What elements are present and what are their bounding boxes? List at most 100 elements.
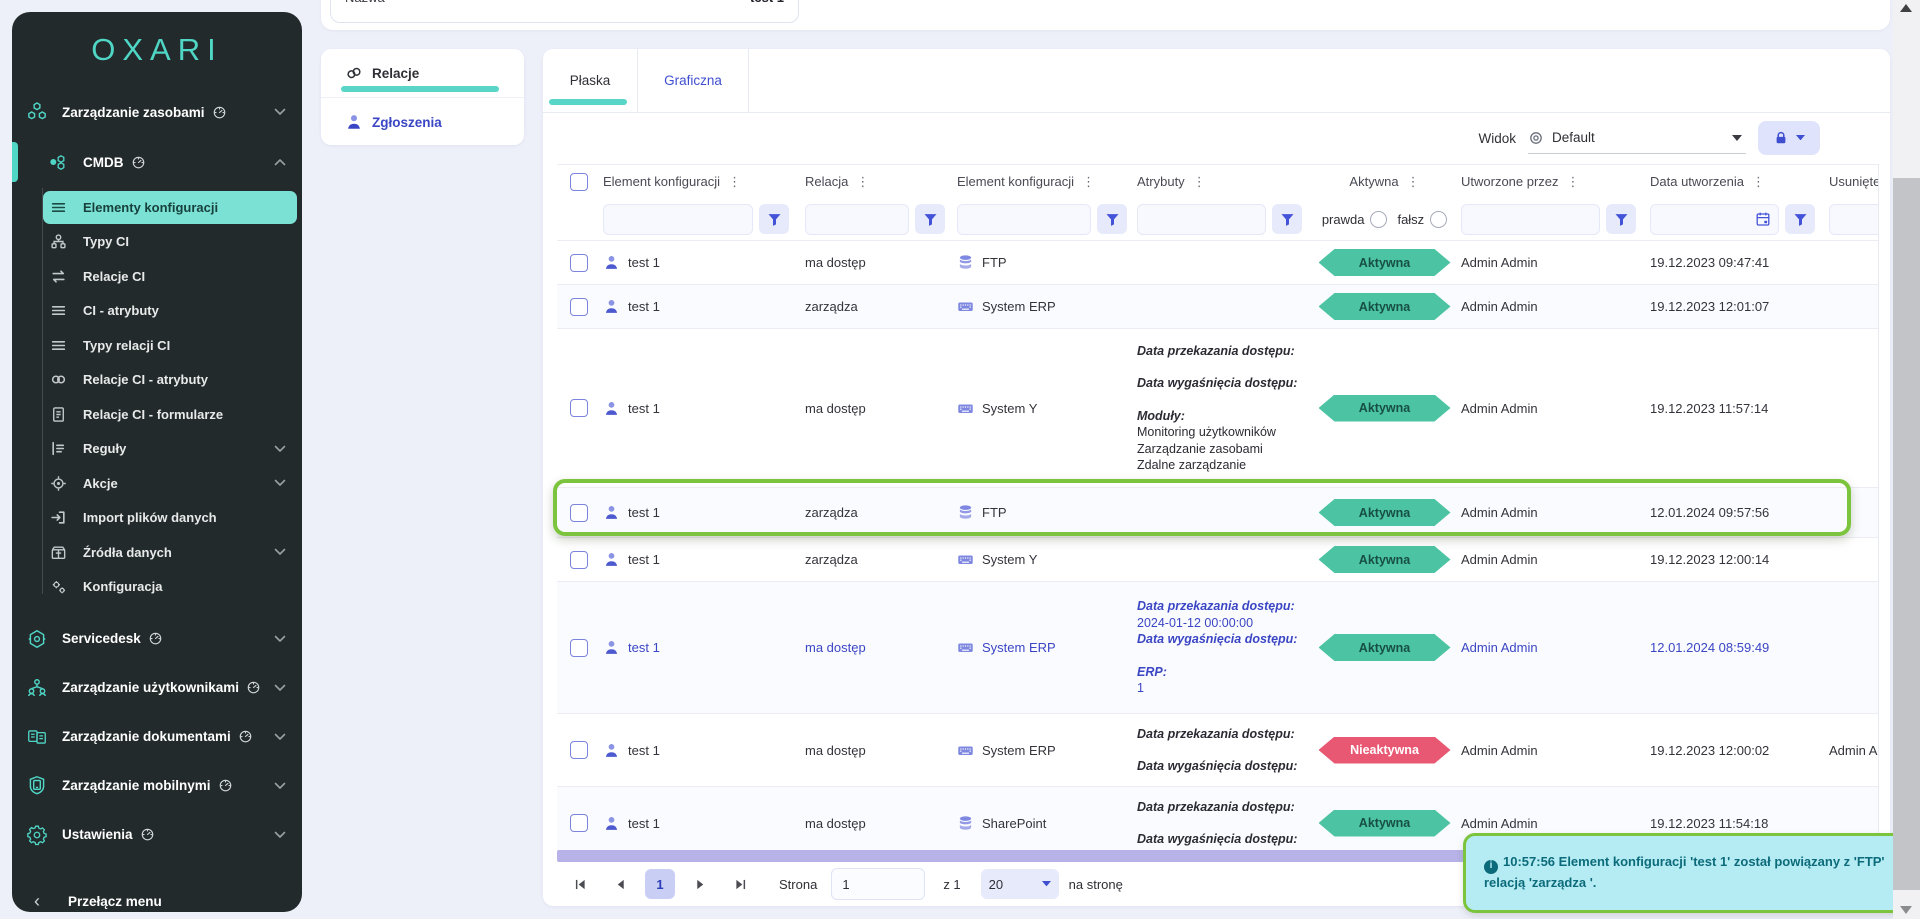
lock-view-button[interactable] <box>1758 121 1820 155</box>
first-page-button[interactable] <box>565 869 595 899</box>
row-checkbox[interactable] <box>570 254 588 272</box>
chevron-down-icon[interactable] <box>274 733 286 741</box>
column-menu-icon[interactable]: ⋮ <box>1082 174 1095 190</box>
filter-input[interactable] <box>805 204 909 235</box>
column-header[interactable]: Relacja⋮ <box>799 165 955 198</box>
table-row[interactable]: test 1zarządzaSystem YAktywnaAdmin Admin… <box>557 538 1879 582</box>
tab-plaska[interactable]: Płaska <box>543 49 637 112</box>
column-menu-icon[interactable]: ⋮ <box>1193 174 1206 190</box>
chevron-down-icon[interactable] <box>274 782 286 790</box>
chevron-down-icon[interactable] <box>274 635 286 643</box>
filter-input[interactable] <box>603 204 753 235</box>
chevron-down-icon[interactable] <box>274 108 286 116</box>
column-header[interactable]: Element konfiguracji⋮ <box>601 165 799 198</box>
filter-input[interactable] <box>957 204 1091 235</box>
row-checkbox[interactable] <box>570 741 588 759</box>
chevron-up-icon[interactable] <box>274 158 286 166</box>
table-row[interactable]: test 1ma dostępSystem YData przekazania … <box>557 329 1879 488</box>
row-checkbox[interactable] <box>570 298 588 316</box>
page-number-input[interactable]: 1 <box>831 868 925 900</box>
chevron-down-icon <box>1732 135 1742 141</box>
sidebar-item-typy-ci[interactable]: Typy CI <box>12 225 302 260</box>
next-page-button[interactable] <box>685 869 715 899</box>
column-header[interactable]: Utworzone przez⋮ <box>1457 165 1646 198</box>
vertical-scrollbar[interactable] <box>1893 0 1920 919</box>
chevron-down-icon[interactable] <box>274 548 286 556</box>
sidebar-item-cmdb[interactable]: CMDB <box>12 136 302 188</box>
sidebar-item-źródła-danych[interactable]: Źródła danych <box>12 535 302 570</box>
filter-funnel-button[interactable] <box>1606 204 1636 234</box>
database-icon <box>957 254 974 271</box>
filter-funnel-button[interactable] <box>1097 204 1127 234</box>
sidebar-item-relacje-ci[interactable]: Relacje CI <box>12 259 302 294</box>
row-checkbox[interactable] <box>570 504 588 522</box>
row-checkbox[interactable] <box>570 551 588 569</box>
sidebar-item-import-plików-danych[interactable]: Import plików danych <box>12 501 302 536</box>
panel-item-relacje[interactable]: Relacje <box>321 49 524 97</box>
filter-input[interactable] <box>1461 204 1600 235</box>
name-field[interactable]: Nazwa test 1 <box>330 0 799 23</box>
chevron-down-icon[interactable] <box>274 445 286 453</box>
column-menu-icon[interactable]: ⋮ <box>1752 174 1765 190</box>
filter-input[interactable] <box>1829 204 1879 235</box>
calendar-icon[interactable] <box>1755 211 1771 227</box>
filter-funnel-button[interactable] <box>915 204 945 234</box>
filter-funnel-button[interactable] <box>1785 204 1815 234</box>
scrollbar-thumb[interactable] <box>1893 178 1920 890</box>
sidebar-item-ci-atrybuty[interactable]: CI - atrybuty <box>12 294 302 329</box>
last-page-button[interactable] <box>725 869 755 899</box>
sidebar-item-typy-relacji-ci[interactable]: Typy relacji CI <box>12 328 302 363</box>
sidebar-item-relacje-ci-formularze[interactable]: Relacje CI - formularze <box>12 397 302 432</box>
sidebar-item-elementy-konfiguracji[interactable]: Elementy konfiguracji <box>12 190 302 225</box>
table-row[interactable]: test 1ma dostępSystem ERPData przekazani… <box>557 582 1879 714</box>
panel-item-zgloszenia[interactable]: Zgłoszenia <box>321 97 524 146</box>
sidebar-item-ustawienia[interactable]: Ustawienia <box>12 810 302 859</box>
column-header[interactable]: Element konfiguracji⋮ <box>955 165 1137 198</box>
view-select-dropdown[interactable]: Default <box>1528 123 1746 154</box>
row-checkbox[interactable] <box>570 399 588 417</box>
column-header[interactable]: Usunięte⋮ <box>1825 165 1879 198</box>
column-menu-icon[interactable]: ⋮ <box>856 174 869 190</box>
radio-true[interactable] <box>1370 211 1387 228</box>
row-created-at: 19.12.2023 11:54:18 <box>1650 816 1768 831</box>
chevron-down-icon[interactable] <box>274 831 286 839</box>
sidebar-item-zarz-dzanie-zasobami[interactable]: Zarządzanie zasobami <box>12 88 302 136</box>
filter-funnel-button[interactable] <box>1272 204 1302 234</box>
column-header[interactable]: Data utworzenia⋮ <box>1646 165 1825 198</box>
row-checkbox[interactable] <box>570 814 588 832</box>
active-panel-indicator <box>341 86 499 92</box>
column-menu-icon[interactable]: ⋮ <box>1567 174 1580 190</box>
filter-input[interactable] <box>1137 204 1266 235</box>
select-all-checkbox[interactable] <box>570 173 588 191</box>
sidebar-item-reguły[interactable]: Reguły <box>12 432 302 467</box>
column-header[interactable]: Atrybuty⋮ <box>1137 165 1312 198</box>
table-row[interactable]: test 1ma dostępSystem ERPData przekazani… <box>557 714 1879 787</box>
radio-false[interactable] <box>1430 211 1447 228</box>
chevron-down-icon[interactable] <box>274 684 286 692</box>
table-row[interactable]: test 1zarządzaSystem ERPAktywnaAdmin Adm… <box>557 285 1879 329</box>
scroll-down-arrow[interactable] <box>1900 906 1912 914</box>
sidebar-toggle-menu[interactable]: ‹ Przełącz menu <box>12 881 302 912</box>
sidebar-item-relacje-ci-atrybuty[interactable]: Relacje CI - atrybuty <box>12 363 302 398</box>
sidebar-item-konfiguracja[interactable]: Konfiguracja <box>12 570 302 605</box>
previous-page-button[interactable] <box>605 869 635 899</box>
sidebar-item-servicedesk[interactable]: Servicedesk <box>12 614 302 663</box>
sidebar-item-zarządzanie-użytkownikami[interactable]: Zarządzanie użytkownikami <box>12 663 302 712</box>
chevron-down-icon[interactable] <box>274 479 286 487</box>
per-page-select[interactable]: 20 <box>981 869 1059 899</box>
system-icon <box>957 639 974 656</box>
table-row[interactable]: test 1ma dostępFTPAktywnaAdmin Admin19.1… <box>557 241 1879 285</box>
row-checkbox[interactable] <box>570 639 588 657</box>
page-number-button[interactable]: 1 <box>645 869 675 899</box>
table-row-highlighted[interactable]: test 1zarządzaFTPAktywnaAdmin Admin12.01… <box>557 488 1879 538</box>
notification-toast[interactable]: i10:57:56 Element konfiguracji 'test 1' … <box>1463 833 1920 913</box>
column-menu-icon[interactable]: ⋮ <box>1407 174 1420 190</box>
column-menu-icon[interactable]: ⋮ <box>728 174 741 190</box>
sidebar-item-zarządzanie-mobilnymi[interactable]: Zarządzanie mobilnymi <box>12 761 302 810</box>
tab-graficzna[interactable]: Graficzna <box>637 49 749 112</box>
sidebar-item-akcje[interactable]: Akcje <box>12 466 302 501</box>
column-header[interactable]: Aktywna⋮ <box>1312 165 1457 198</box>
scroll-up-arrow[interactable] <box>1900 4 1912 12</box>
filter-funnel-button[interactable] <box>759 204 789 234</box>
sidebar-item-zarządzanie-dokumentami[interactable]: Zarządzanie dokumentami <box>12 712 302 761</box>
